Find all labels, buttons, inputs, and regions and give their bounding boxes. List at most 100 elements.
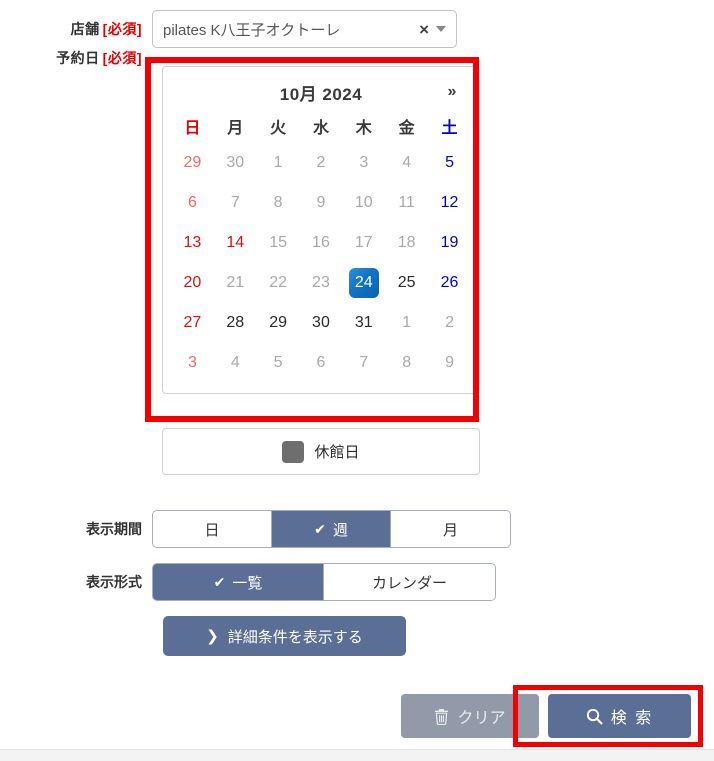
weekday-header-6: 土 (441, 120, 458, 137)
calendar-panel: « 10月 2024 » 日月火水木金土 2930123456789101112… (162, 66, 480, 394)
calendar-day-cell[interactable]: 19 (428, 223, 471, 263)
calendar-week-row: 27 28 29 30 31 1 2 (171, 303, 471, 343)
display-period-row: 表示期間 日 ✔ 週月 (0, 510, 714, 548)
calendar-day-cell: 16 (300, 223, 343, 263)
calendar-day: 27 (183, 314, 202, 331)
search-button-label: 検 索 (610, 710, 654, 727)
display-period-toggle-group[interactable]: 日 ✔ 週月 (152, 510, 511, 548)
format-option-1[interactable]: カレンダー (324, 564, 495, 600)
calendar-day: 7 (359, 354, 369, 371)
calendar-day: 21 (226, 274, 245, 291)
calendar-day-cell: 8 (257, 183, 300, 223)
calendar-day: 30 (226, 154, 245, 171)
period-option-0[interactable]: 日 (153, 511, 272, 547)
calendar-day-cell: 30 (214, 143, 257, 183)
calendar-day-cell[interactable]: 28 (214, 303, 257, 343)
calendar-body: 29 30 1 2 3 4 5 6 7 8 9 10 11 12 13 14 15 16 17 18 19 20 21 22 2… (171, 143, 471, 383)
calendar-day-cell: 18 (385, 223, 428, 263)
calendar-day-cell[interactable]: 30 (300, 303, 343, 343)
calendar-day: 6 (316, 354, 326, 371)
calendar-day-cell: 9 (428, 343, 471, 383)
footer-band (0, 749, 714, 761)
check-icon: ✔ (213, 574, 226, 590)
store-required-tag: [必須] (102, 21, 142, 37)
calendar-day-cell[interactable]: 26 (428, 263, 471, 303)
chevron-down-icon[interactable] (436, 26, 446, 32)
display-period-label: 表示期間 (86, 521, 142, 537)
store-selected-value: pilates K八王子オクトーレ (163, 21, 341, 39)
search-button[interactable]: 検 索 (548, 694, 691, 738)
date-label-text: 予約日 (56, 50, 100, 66)
calendar-day: 5 (273, 354, 283, 371)
datepicker[interactable]: « 10月 2024 » 日月火水木金土 2930123456789101112… (162, 66, 480, 394)
calendar-day-cell: 8 (385, 343, 428, 383)
calendar-day-cell[interactable]: 12 (428, 183, 471, 223)
calendar-day-cell: 1 (257, 143, 300, 183)
trash-icon (434, 708, 449, 725)
weekday-header-3: 水 (312, 120, 329, 137)
calendar-day: 1 (273, 154, 283, 171)
calendar-day: 13 (183, 234, 202, 251)
search-icon (586, 708, 603, 725)
period-option-2[interactable]: 月 (391, 511, 510, 547)
calendar-day-cell: 3 (171, 343, 214, 383)
display-format-row: 表示形式 ✔ 一覧 カレンダー (0, 563, 714, 601)
calendar-day: 16 (312, 234, 330, 251)
calendar-day-cell: 6 (300, 343, 343, 383)
calendar-day-cell[interactable]: 27 (171, 303, 214, 343)
calendar-day: 2 (445, 314, 454, 331)
calendar-day-cell: 22 (257, 263, 300, 303)
store-label: 店舗 [必須] (0, 10, 152, 48)
calendar-day: 7 (230, 194, 240, 211)
clear-button[interactable]: クリア (401, 694, 539, 738)
calendar-day-cell[interactable]: 24 (342, 263, 385, 303)
calendar-day-cell: 6 (171, 183, 214, 223)
calendar-grid: 日月火水木金土 29 30 1 2 3 4 5 6 7 8 9 10 11 12 13 14 15 16 17 18 1… (171, 109, 471, 383)
calendar-day-cell[interactable]: 20 (171, 263, 214, 303)
period-option-label: 週 (332, 521, 348, 539)
calendar-day: 14 (226, 234, 245, 251)
calendar-day-selected: 24 (348, 268, 379, 298)
display-format-toggle-group[interactable]: ✔ 一覧 カレンダー (152, 563, 496, 601)
calendar-week-row: 13 14 15 16 17 18 19 (171, 223, 471, 263)
weekday-header-row: 日月火水木金土 (171, 109, 471, 143)
calendar-day-cell[interactable]: 29 (257, 303, 300, 343)
calendar-day: 9 (445, 354, 454, 371)
period-option-label: 日 (204, 521, 220, 539)
weekday-header-2: 火 (270, 120, 287, 137)
calendar-day-cell: 4 (385, 143, 428, 183)
calendar-day-cell[interactable]: 31 (342, 303, 385, 343)
clear-button-label: クリア (457, 710, 506, 727)
calendar-day-cell: 10 (342, 183, 385, 223)
clear-selection-icon[interactable]: × (415, 21, 436, 38)
calendar-day-cell: 5 (257, 343, 300, 383)
show-detail-conditions-button[interactable]: ❯ 詳細条件を表示する (163, 616, 406, 656)
calendar-day-cell: 1 (385, 303, 428, 343)
calendar-day-cell: 7 (342, 343, 385, 383)
display-format-label: 表示形式 (86, 574, 142, 590)
store-label-text: 店舗 (70, 21, 100, 37)
calendar-day: 9 (316, 194, 326, 211)
weekday-header-0: 日 (184, 120, 201, 137)
period-option-1[interactable]: ✔ 週 (272, 511, 391, 547)
calendar-day: 18 (397, 234, 416, 251)
calendar-day: 3 (187, 354, 197, 371)
next-month-icon[interactable]: » (439, 84, 465, 100)
calendar-day: 8 (402, 354, 412, 371)
calendar-day-cell[interactable]: 25 (385, 263, 428, 303)
calendar-day: 12 (440, 194, 459, 211)
calendar-day-cell[interactable]: 13 (171, 223, 214, 263)
calendar-day-cell[interactable]: 14 (214, 223, 257, 263)
calendar-week-row: 6 7 8 9 10 11 12 (171, 183, 471, 223)
store-select[interactable]: pilates K八王子オクトーレ × (152, 10, 457, 48)
calendar-day-cell[interactable]: 5 (428, 143, 471, 183)
calendar-day: 3 (359, 154, 369, 171)
calendar-day: 25 (397, 274, 416, 291)
format-option-0[interactable]: ✔ 一覧 (153, 564, 324, 600)
calendar-day-cell: 11 (385, 183, 428, 223)
calendar-day: 4 (402, 154, 412, 171)
weekday-header-4: 木 (355, 120, 372, 137)
calendar-day: 29 (183, 154, 202, 171)
closed-day-label: 休館日 (314, 444, 360, 461)
check-icon: ✔ (314, 521, 326, 537)
